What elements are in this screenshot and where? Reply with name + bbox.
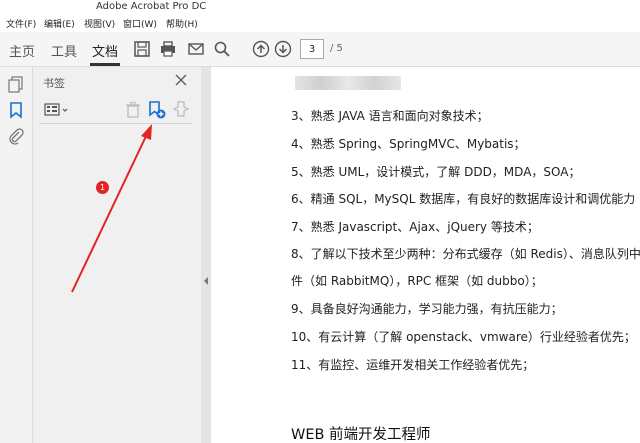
- annotation-badge: 1: [96, 181, 109, 194]
- navigation-rail: [0, 67, 33, 443]
- doc-line: 10、有云计算（了解 openstack、vmware）行业经验者优先；: [291, 330, 636, 344]
- panel-splitter[interactable]: [201, 67, 211, 443]
- menu-edit[interactable]: 编辑(E): [44, 17, 75, 30]
- collapse-arrow-icon[interactable]: [204, 277, 208, 285]
- attachment-icon[interactable]: [7, 127, 25, 145]
- previous-page-icon[interactable]: [252, 40, 270, 58]
- close-icon[interactable]: [173, 72, 189, 88]
- page-total: / 5: [330, 43, 343, 54]
- window-title: Adobe Acrobat Pro DC: [96, 1, 207, 12]
- active-tab-indicator: [90, 63, 120, 66]
- doc-line: 9、具备良好沟通能力，学习能力强，有抗压能力；: [291, 302, 563, 316]
- bookmarks-panel-title: 书签: [43, 77, 65, 90]
- bookmark-icon[interactable]: [7, 101, 25, 119]
- search-icon[interactable]: [213, 40, 231, 58]
- doc-line: 6、精通 SQL，MySQL 数据库，有良好的数据库设计和调优能力: [291, 192, 636, 206]
- menu-file[interactable]: 文件(F): [6, 17, 36, 30]
- bookmarks-panel: 书签: [33, 67, 201, 443]
- doc-line: 11、有监控、运维开发相关工作经验者优先；: [291, 358, 535, 372]
- page-thumbnails-icon[interactable]: [7, 75, 25, 93]
- print-icon[interactable]: [159, 40, 177, 58]
- menu-window[interactable]: 窗口(W): [123, 17, 157, 30]
- save-icon[interactable]: [133, 40, 151, 58]
- menu-bar: 文件(F) 编辑(E) 视图(V) 窗口(W) 帮助(H): [0, 14, 640, 32]
- menu-help[interactable]: 帮助(H): [166, 17, 198, 30]
- doc-line: 4、熟悉 Spring、SpringMVC、Mybatis；: [291, 137, 526, 151]
- title-bar: Adobe Acrobat Pro DC: [0, 0, 640, 14]
- doc-line: 5、熟悉 UML，设计模式，了解 DDD，MDA，SOA；: [291, 165, 581, 179]
- expand-bookmark-icon[interactable]: [171, 100, 191, 120]
- tab-tools[interactable]: 工具: [51, 41, 77, 60]
- bookmarks-toolbar: [39, 97, 193, 124]
- new-bookmark-icon[interactable]: [147, 100, 167, 120]
- document-view: 3、熟悉 JAVA 语言和面向对象技术； 4、熟悉 Spring、SpringM…: [211, 67, 640, 443]
- doc-line: 7、熟悉 Javascript、Ajax、jQuery 等技术；: [291, 220, 539, 234]
- page-number-input[interactable]: 3: [300, 39, 324, 59]
- tab-home[interactable]: 主页: [9, 41, 35, 60]
- redacted-text: [295, 76, 401, 90]
- delete-icon[interactable]: [123, 100, 143, 120]
- tab-document[interactable]: 文档: [92, 41, 118, 60]
- doc-line: 件（如 RabbitMQ），RPC 框架（如 dubbo）；: [291, 274, 543, 288]
- email-icon[interactable]: [187, 40, 205, 58]
- section-heading: WEB 前端开发工程师: [291, 427, 431, 443]
- doc-line: 8、了解以下技术至少两种：分布式缓存（如 Redis）、消息队列中: [291, 247, 640, 261]
- bookmark-options-icon[interactable]: [43, 100, 73, 120]
- next-page-icon[interactable]: [274, 40, 292, 58]
- menu-view[interactable]: 视图(V): [84, 17, 115, 30]
- doc-line: 3、熟悉 JAVA 语言和面向对象技术；: [291, 109, 489, 123]
